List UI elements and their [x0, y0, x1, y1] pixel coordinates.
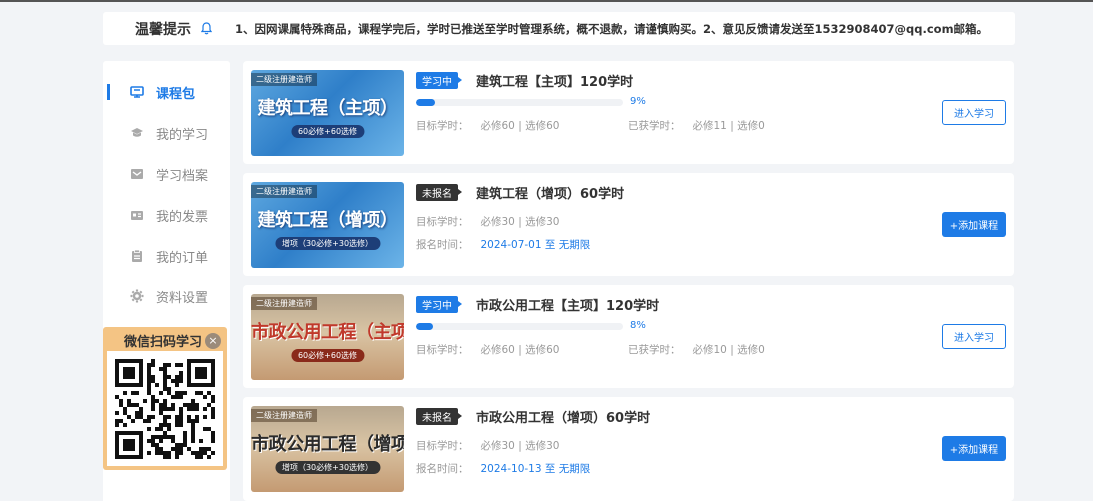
- thumbnail-pill: 60必修+60选修: [290, 125, 365, 138]
- sidebar-item-label: 学习档案: [156, 168, 209, 184]
- add-course-button[interactable]: +添加课程: [942, 212, 1006, 237]
- course-card: 二级注册建造师 建筑工程（增项） 增项（30必修+30选修） 未报名 建筑工程（…: [243, 173, 1014, 276]
- close-icon[interactable]: ×: [205, 333, 221, 349]
- earned-hours: 已获学时： 必修10 | 选修0: [628, 342, 765, 357]
- earned-value: 必修11 | 选修0: [692, 120, 765, 132]
- thumbnail-title: 建筑工程（增项）: [257, 210, 399, 231]
- sidebar-item-my-invoice[interactable]: 我的发票: [103, 204, 230, 226]
- enter-study-button[interactable]: 进入学习: [942, 100, 1006, 125]
- target-value: 必修30 | 选修30: [480, 440, 560, 452]
- notice-text: 1、因网课属特殊商品，课程学完后，学时已推送至学时管理系统，概不退款，请谨慎购买…: [235, 21, 989, 36]
- sidebar-item-course-package[interactable]: 课程包: [103, 81, 230, 103]
- course-thumbnail[interactable]: 二级注册建造师 建筑工程（增项） 增项（30必修+30选修）: [251, 182, 404, 268]
- bell-icon: [201, 22, 213, 36]
- earned-label: 已获学时：: [628, 344, 681, 356]
- qr-title: 微信扫码学习: [124, 335, 203, 350]
- earned-label: 已获学时：: [628, 120, 681, 132]
- sidebar-item-my-learning[interactable]: 我的学习: [103, 122, 230, 144]
- order-icon: [130, 249, 144, 263]
- wechat-qr-panel: 微信扫码学习 ×: [103, 327, 227, 470]
- sidebar-item-settings[interactable]: 资料设置: [103, 285, 230, 307]
- registration-time: 报名时间： 2024-07-01 至 无期限: [416, 237, 590, 252]
- registration-label: 报名时间：: [416, 463, 469, 475]
- thumbnail-tag: 二级注册建造师: [251, 185, 317, 198]
- target-hours: 目标学时： 必修30 | 选修30: [416, 214, 559, 229]
- enter-study-button[interactable]: 进入学习: [942, 324, 1006, 349]
- sidebar-item-label: 资料设置: [156, 290, 209, 306]
- sidebar: 课程包 我的学习 学习档案 我的发票 我的订单 资料设置 微信扫码学习 ×: [103, 61, 230, 501]
- target-label: 目标学时：: [416, 216, 469, 228]
- registration-label: 报名时间：: [416, 239, 469, 251]
- thumbnail-tag: 二级注册建造师: [251, 409, 317, 422]
- thumbnail-title: 建筑工程（主项）: [257, 98, 399, 119]
- thumbnail-pill: 增项（30必修+30选修）: [274, 461, 381, 474]
- sidebar-item-label: 课程包: [156, 86, 196, 102]
- status-badge: 学习中: [416, 72, 462, 89]
- target-value: 必修60 | 选修60: [480, 344, 560, 356]
- target-label: 目标学时：: [416, 440, 469, 452]
- thumbnail-pill: 60必修+60选修: [290, 349, 365, 362]
- notice-title: 温馨提示: [135, 21, 191, 38]
- status-badge: 未报名: [416, 184, 462, 201]
- registration-time: 报名时间： 2024-10-13 至 无期限: [416, 461, 590, 476]
- course-name[interactable]: 建筑工程（增项）60学时: [476, 183, 624, 202]
- target-value: 必修60 | 选修60: [480, 120, 560, 132]
- sidebar-item-label: 我的订单: [156, 250, 209, 266]
- package-icon: [130, 85, 144, 99]
- course-card: 二级注册建造师 建筑工程（主项） 60必修+60选修 学习中 建筑工程【主项】1…: [243, 61, 1014, 164]
- course-thumbnail[interactable]: 二级注册建造师 市政公用工程（增项） 增项（30必修+30选修）: [251, 406, 404, 492]
- sidebar-item-label: 我的学习: [156, 127, 209, 143]
- course-card: 二级注册建造师 市政公用工程（主项） 60必修+60选修 学习中 市政公用工程【…: [243, 285, 1014, 388]
- course-name[interactable]: 市政公用工程【主项】120学时: [476, 295, 659, 314]
- gear-icon: [130, 289, 144, 303]
- status-badge: 未报名: [416, 408, 462, 425]
- course-thumbnail[interactable]: 二级注册建造师 市政公用工程（主项） 60必修+60选修: [251, 294, 404, 380]
- sidebar-item-my-order[interactable]: 我的订单: [103, 245, 230, 267]
- course-thumbnail[interactable]: 二级注册建造师 建筑工程（主项） 60必修+60选修: [251, 70, 404, 156]
- status-badge: 学习中: [416, 296, 462, 313]
- sidebar-item-learning-archive[interactable]: 学习档案: [103, 163, 230, 185]
- thumbnail-title: 市政公用工程（主项）: [251, 322, 404, 343]
- target-hours: 目标学时： 必修60 | 选修60: [416, 118, 559, 133]
- qr-code-image: [107, 351, 223, 466]
- earned-value: 必修10 | 选修0: [692, 344, 765, 356]
- progress-bar: [416, 99, 623, 106]
- sidebar-item-label: 我的发票: [156, 209, 209, 225]
- top-divider: [0, 0, 1093, 2]
- thumbnail-tag: 二级注册建造师: [251, 73, 317, 86]
- thumbnail-title: 市政公用工程（增项）: [251, 434, 404, 455]
- course-name[interactable]: 市政公用工程（增项）60学时: [476, 407, 650, 426]
- archive-icon: [130, 167, 144, 181]
- progress-bar: [416, 323, 623, 330]
- earned-hours: 已获学时： 必修11 | 选修0: [628, 118, 765, 133]
- active-indicator: [107, 84, 110, 100]
- graduation-cap-icon: [130, 126, 144, 140]
- progress-percent: 9%: [630, 96, 646, 107]
- progress-fill: [416, 323, 433, 330]
- target-value: 必修30 | 选修30: [480, 216, 560, 228]
- target-hours: 目标学时： 必修60 | 选修60: [416, 342, 559, 357]
- course-card: 二级注册建造师 市政公用工程（增项） 增项（30必修+30选修） 未报名 市政公…: [243, 397, 1014, 501]
- registration-value: 2024-07-01 至 无期限: [480, 239, 591, 251]
- progress-fill: [416, 99, 435, 106]
- course-name[interactable]: 建筑工程【主项】120学时: [476, 71, 633, 90]
- invoice-icon: [130, 208, 144, 222]
- registration-value: 2024-10-13 至 无期限: [480, 463, 591, 475]
- notice-bar: 温馨提示 1、因网课属特殊商品，课程学完后，学时已推送至学时管理系统，概不退款，…: [103, 12, 1015, 45]
- thumbnail-tag: 二级注册建造师: [251, 297, 317, 310]
- target-label: 目标学时：: [416, 120, 469, 132]
- target-label: 目标学时：: [416, 344, 469, 356]
- thumbnail-pill: 增项（30必修+30选修）: [274, 237, 381, 250]
- target-hours: 目标学时： 必修30 | 选修30: [416, 438, 559, 453]
- progress-percent: 8%: [630, 320, 646, 331]
- add-course-button[interactable]: +添加课程: [942, 436, 1006, 461]
